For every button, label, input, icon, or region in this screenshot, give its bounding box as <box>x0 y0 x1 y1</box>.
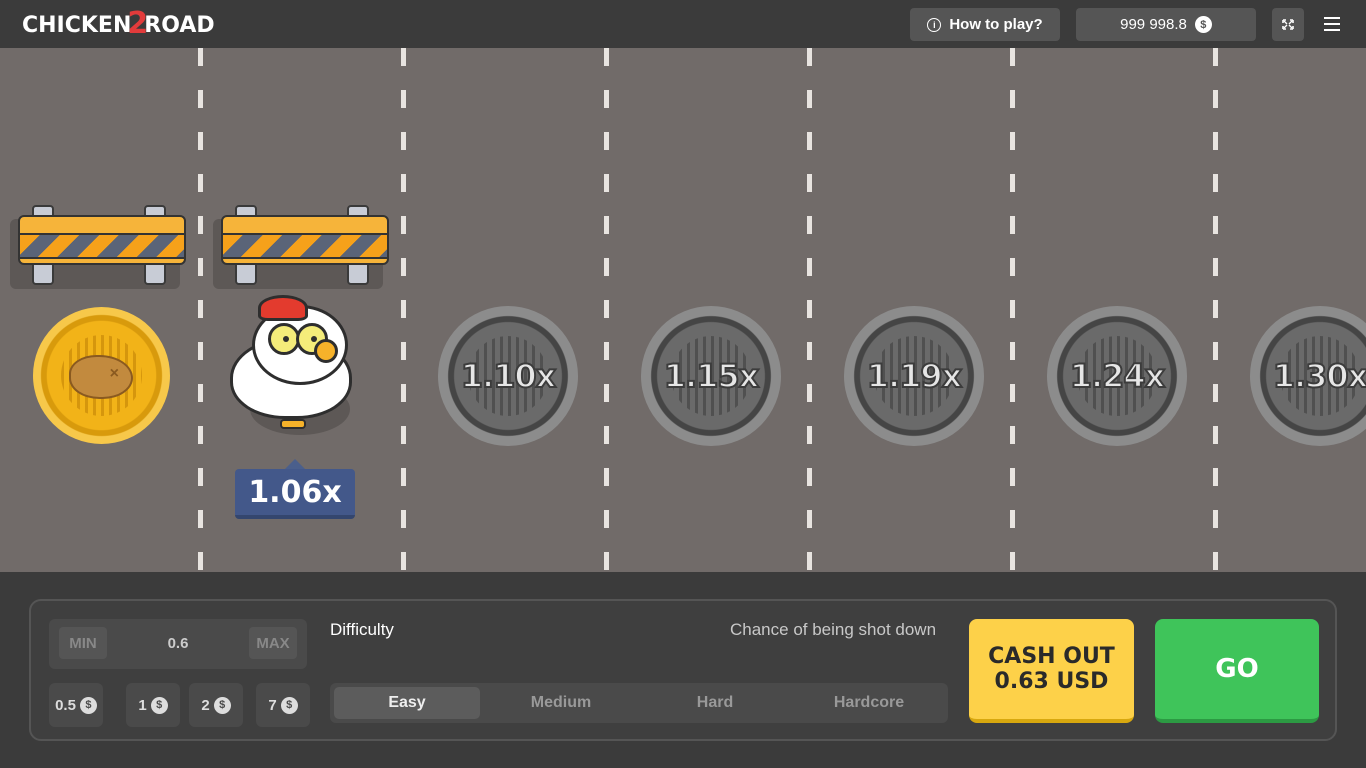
menu-button[interactable] <box>1318 8 1346 41</box>
cash-out-label: CASH OUT <box>988 644 1115 669</box>
dollar-coin-icon: $ <box>1194 16 1212 33</box>
collected-coin <box>33 307 170 444</box>
manhole-multiplier: 1.15x <box>663 356 761 396</box>
balance-value: 999 998.8 <box>1120 16 1187 33</box>
how-to-play-label: How to play? <box>949 16 1043 33</box>
menu-icon-bar <box>1324 29 1340 31</box>
logo-number: 2 <box>127 5 149 41</box>
chicken-beak <box>314 339 338 363</box>
quick-bet-0-5[interactable]: 0.5 $ <box>49 683 103 727</box>
difficulty-medium[interactable]: Medium <box>488 687 634 719</box>
quick-bet-7[interactable]: 7 $ <box>256 683 310 727</box>
game-logo: CHICKEN 2 ROAD <box>22 6 215 41</box>
dollar-coin-icon: $ <box>280 696 298 714</box>
current-multiplier: 1.06x <box>235 469 355 519</box>
manhole-lane-3[interactable]: 1.10x <box>438 306 578 446</box>
barrier-lane-2 <box>213 205 391 289</box>
menu-icon <box>1324 17 1340 19</box>
manhole-lane-5[interactable]: 1.19x <box>844 306 984 446</box>
chicken-feet <box>280 419 306 429</box>
manhole-multiplier: 1.19x <box>866 356 964 396</box>
logo-text-right: ROAD <box>144 12 215 38</box>
barrier-bar <box>18 215 186 265</box>
cash-out-amount: 0.63 USD <box>994 669 1109 694</box>
quick-bet-label: 1 <box>138 696 147 714</box>
quick-bet-label: 2 <box>201 696 210 714</box>
chicken-character <box>228 295 358 435</box>
lane-divider <box>807 48 812 572</box>
barrier-stripes <box>20 233 184 259</box>
chance-label: Chance of being shot down <box>730 620 937 639</box>
lane-divider <box>198 48 203 572</box>
info-icon: i <box>927 17 942 32</box>
lane-divider <box>604 48 609 572</box>
bet-max-button[interactable]: MAX <box>249 627 297 659</box>
control-area: MIN 0.6 MAX 0.5 $ 1 $ 2 $ 7 $ Difficulty… <box>0 572 1366 768</box>
difficulty-hard[interactable]: Hard <box>642 687 788 719</box>
top-bar: CHICKEN 2 ROAD i How to play? 999 998.8 … <box>0 0 1366 48</box>
cash-out-button[interactable]: CASH OUT 0.63 USD <box>969 619 1134 723</box>
barrier-lane-1 <box>10 205 188 289</box>
dollar-coin-icon: $ <box>150 696 168 714</box>
difficulty-label: Difficulty <box>330 620 394 639</box>
quick-bet-label: 0.5 <box>55 696 76 714</box>
manhole-multiplier: 1.24x <box>1069 356 1167 396</box>
manhole-multiplier: 1.10x <box>460 356 558 396</box>
manhole-lane-6[interactable]: 1.24x <box>1047 306 1187 446</box>
manhole-lane-4[interactable]: 1.15x <box>641 306 781 446</box>
balance-display: 999 998.8 $ <box>1076 8 1256 41</box>
quick-bet-2[interactable]: 2 $ <box>189 683 243 727</box>
menu-icon-bar <box>1324 23 1340 25</box>
difficulty-hardcore[interactable]: Hardcore <box>796 687 942 719</box>
current-multiplier-tag: 1.06x <box>235 459 355 519</box>
barrier-stripes <box>223 233 387 259</box>
lane-divider <box>1010 48 1015 572</box>
roast-chicken-icon <box>69 355 133 399</box>
control-panel: MIN 0.6 MAX 0.5 $ 1 $ 2 $ 7 $ Difficulty… <box>29 599 1337 741</box>
how-to-play-button[interactable]: i How to play? <box>910 8 1060 41</box>
go-button[interactable]: GO <box>1155 619 1319 723</box>
dollar-coin-icon: $ <box>213 696 231 714</box>
difficulty-selector: Easy Medium Hard Hardcore <box>330 683 948 723</box>
fullscreen-icon <box>1282 19 1294 30</box>
bet-min-button[interactable]: MIN <box>59 627 107 659</box>
game-road: 1.06x 1.10x 1.15x 1.19x 1.24x 1.30x <box>0 48 1366 572</box>
barrier-bar <box>221 215 389 265</box>
quick-bet-label: 7 <box>268 696 277 714</box>
fullscreen-button[interactable] <box>1272 8 1304 41</box>
logo-text-left: CHICKEN <box>22 12 132 38</box>
bet-amount-input[interactable]: 0.6 <box>119 627 237 659</box>
lane-divider <box>1213 48 1218 572</box>
manhole-lane-7[interactable]: 1.30x <box>1250 306 1366 446</box>
manhole-multiplier: 1.30x <box>1272 356 1366 396</box>
chicken-comb <box>258 295 308 321</box>
bet-amount-control: MIN 0.6 MAX <box>49 619 307 669</box>
quick-bet-1[interactable]: 1 $ <box>126 683 180 727</box>
lane-divider <box>401 48 406 572</box>
difficulty-easy[interactable]: Easy <box>334 687 480 719</box>
dollar-coin-icon: $ <box>79 696 97 714</box>
